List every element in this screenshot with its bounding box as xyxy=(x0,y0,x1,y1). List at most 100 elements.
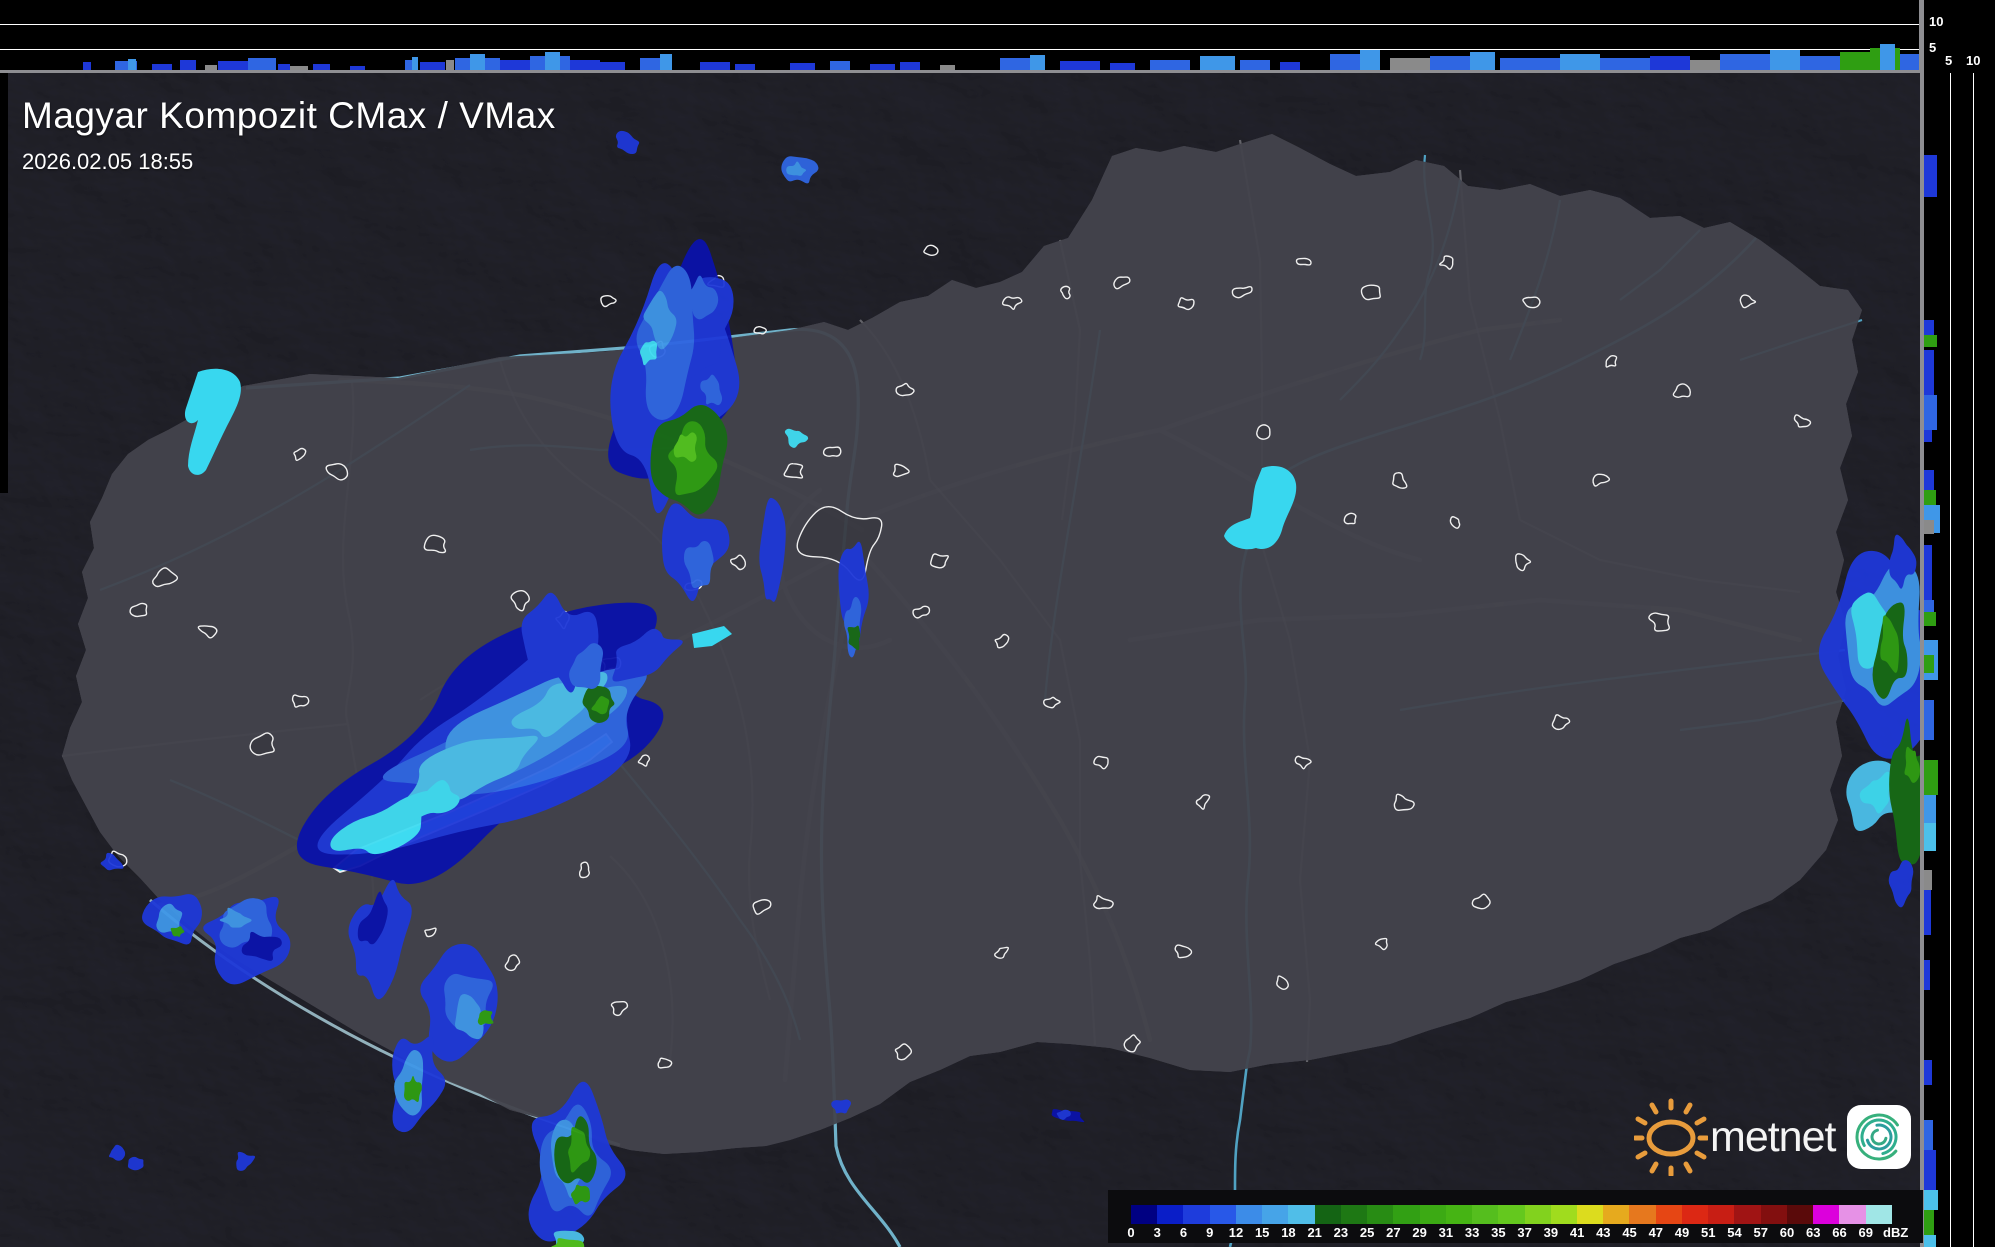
town-boundary xyxy=(424,535,445,552)
legend-segment-23 xyxy=(1341,1205,1367,1224)
echo-side-bar xyxy=(1924,1120,1933,1150)
echo-top-bar xyxy=(1470,52,1495,70)
echo-top-bar xyxy=(900,62,920,70)
legend-value-label: 51 xyxy=(1701,1225,1715,1240)
echo-top-bar xyxy=(1360,50,1380,70)
legend-value-label: 35 xyxy=(1491,1225,1505,1240)
legend-segment-41 xyxy=(1577,1205,1603,1224)
echo-side-bar xyxy=(1924,520,1934,534)
town-boundary xyxy=(1296,258,1311,264)
town-boundary xyxy=(754,327,766,334)
echo-top-bar xyxy=(1500,58,1560,70)
legend-unit-label: dBZ xyxy=(1883,1225,1908,1240)
legend-segment-0 xyxy=(1131,1205,1157,1224)
legend-value-label: 66 xyxy=(1832,1225,1846,1240)
legend-value-label: 54 xyxy=(1727,1225,1741,1240)
echo-side-bar xyxy=(1924,890,1931,935)
legend-value-label: 6 xyxy=(1180,1225,1187,1240)
echo-top-bar xyxy=(660,54,672,70)
echo-top-bar xyxy=(500,60,530,70)
echo-side-bar xyxy=(1924,700,1934,740)
echo-top-bar xyxy=(1030,55,1045,70)
echo-top-bar xyxy=(1150,60,1190,70)
page-timestamp: 2026.02.05 18:55 xyxy=(22,149,556,175)
echo-side-bar xyxy=(1924,1060,1932,1085)
legend-value-label: 21 xyxy=(1307,1225,1321,1240)
echo-side-bar xyxy=(1924,612,1936,626)
legend-value-label: 31 xyxy=(1439,1225,1453,1240)
legend-segment-51 xyxy=(1708,1205,1734,1224)
echo-top-bar xyxy=(600,62,625,70)
echo-top-bar xyxy=(446,60,454,70)
legend-value-label: 45 xyxy=(1622,1225,1636,1240)
legend-value-label: 47 xyxy=(1649,1225,1663,1240)
town-boundary xyxy=(924,245,938,255)
echo-side-bar xyxy=(1924,350,1934,395)
horizontal-axis-label-5: 5 xyxy=(1945,53,1952,68)
legend-segment-12 xyxy=(1236,1205,1262,1224)
echo-side-bar xyxy=(1924,655,1934,673)
legend-value-label: 27 xyxy=(1386,1225,1400,1240)
legend-segment-45 xyxy=(1629,1205,1655,1224)
echo-side-bar xyxy=(1924,870,1932,890)
echo-top-bar xyxy=(1900,54,1920,70)
reflectivity-legend: dBZ 036912151821232527293133353739414345… xyxy=(1108,1190,1923,1243)
legend-value-label: 60 xyxy=(1780,1225,1794,1240)
legend-segment-18 xyxy=(1288,1205,1314,1224)
echo-side-bar xyxy=(1924,320,1934,335)
logo-brand-text: metnet xyxy=(1710,1113,1835,1162)
legend-segment-47 xyxy=(1656,1205,1682,1224)
title-block: Magyar Kompozit CMax / VMax 2026.02.05 1… xyxy=(22,96,556,175)
radar-map xyxy=(0,73,1920,1247)
town-boundary xyxy=(1361,285,1380,299)
legend-segment-31 xyxy=(1446,1205,1472,1224)
vertical-axis-label-5: 5 xyxy=(1929,40,1936,55)
echo-top-bar xyxy=(1240,60,1270,70)
echo-side-bar xyxy=(1924,1210,1934,1235)
echo-side-bar xyxy=(1924,1190,1938,1210)
right-gridline-5 xyxy=(1950,73,1951,1247)
horizontal-axis-label-10: 10 xyxy=(1966,53,1980,68)
echo-top-bar xyxy=(1840,52,1870,70)
echo-side-bar xyxy=(1924,760,1938,795)
legend-value-label: 63 xyxy=(1806,1225,1820,1240)
legend-value-label: 33 xyxy=(1465,1225,1479,1240)
echo-side-bar xyxy=(1924,1235,1936,1247)
legend-segment-60 xyxy=(1787,1205,1813,1224)
metnet-app-icon xyxy=(1847,1105,1911,1169)
legend-value-label: 25 xyxy=(1360,1225,1374,1240)
legend-value-label: 18 xyxy=(1281,1225,1295,1240)
echo-top-bar xyxy=(1600,58,1650,70)
echo-top-bar xyxy=(1060,61,1100,70)
legend-segment-3 xyxy=(1157,1205,1183,1224)
echo-side-bar xyxy=(1924,335,1937,347)
town-boundary xyxy=(580,862,590,877)
echo-side-bar xyxy=(1924,960,1930,990)
legend-value-label: 49 xyxy=(1675,1225,1689,1240)
echo-top-bar xyxy=(218,61,248,70)
echo-top-bar xyxy=(248,58,276,70)
town-boundary xyxy=(293,695,309,707)
legend-segment-66 xyxy=(1839,1205,1865,1224)
sun-icon xyxy=(1634,1098,1708,1176)
echo-top-bar xyxy=(1800,56,1840,70)
echo-top-bar xyxy=(790,63,815,70)
legend-segment-9 xyxy=(1210,1205,1236,1224)
echo-side-bar xyxy=(1924,795,1936,823)
legend-value-label: 29 xyxy=(1412,1225,1426,1240)
legend-segment-54 xyxy=(1734,1205,1760,1224)
echo-top-bar xyxy=(1720,54,1770,70)
legend-segment-49 xyxy=(1682,1205,1708,1224)
legend-value-label: 15 xyxy=(1255,1225,1269,1240)
legend-value-label: 39 xyxy=(1544,1225,1558,1240)
echo-side-bar xyxy=(1924,430,1932,442)
legend-color-bar xyxy=(1131,1205,1892,1224)
town-boundary xyxy=(1257,425,1270,439)
echo-side-bar xyxy=(1924,395,1937,430)
echo-side-bar xyxy=(1924,490,1936,506)
right-profile-strip xyxy=(1924,73,1995,1247)
echo-side-bar xyxy=(1924,470,1934,492)
legend-segment-43 xyxy=(1603,1205,1629,1224)
legend-value-label: 3 xyxy=(1154,1225,1161,1240)
legend-segment-63 xyxy=(1813,1205,1839,1224)
